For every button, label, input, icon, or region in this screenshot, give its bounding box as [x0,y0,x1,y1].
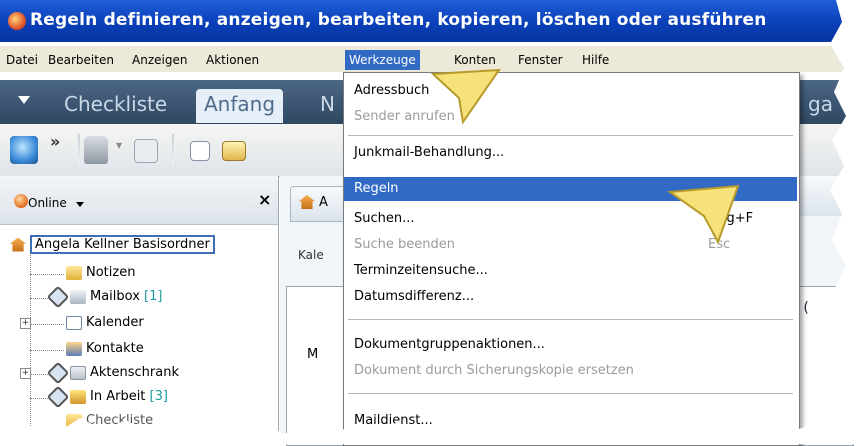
menu-separator [348,393,793,394]
tree-line [30,374,48,375]
menuitem-junkmail-behandlung[interactable]: Junkmail-Behandlung... [344,141,797,165]
content-tab-label: A [319,195,328,210]
menuitem-label: Suchen... [354,211,415,226]
tree-item-label: Aktenschrank [90,365,179,380]
menu-aktionen[interactable]: Aktionen [202,50,263,70]
menuitem-label: Dokumentgruppenaktionen... [354,337,545,352]
tab-anfang[interactable]: Anfang [196,89,284,123]
calendar-icon [66,315,82,330]
torn-edge-decoration [830,0,856,444]
chevron-down-icon[interactable] [76,202,84,207]
menuitem-label: Regeln [354,181,399,196]
werkzeuge-dropdown-menu: Adressbuch Sender anrufen Junkmail-Behan… [343,72,800,446]
menuitem-label: Suche beenden [354,237,455,252]
content-m-label: M [307,347,319,362]
tab-list-caret-icon[interactable] [18,96,30,104]
trash-can-icon[interactable] [84,136,108,164]
tree-item-kalender[interactable]: Kalender [66,312,144,334]
menuitem-terminzeitensuche[interactable]: Terminzeitensuche... [344,259,797,283]
toolbar-separator [78,134,80,166]
menuitem-sender-anrufen: Sender anrufen [344,105,797,129]
mail-icon[interactable] [222,141,246,161]
tree-item-aktenschrank[interactable]: Aktenschrank [46,361,179,384]
menu-werkzeuge[interactable]: Werkzeuge [345,50,420,70]
tree-line [30,324,64,325]
menuitem-adressbuch[interactable]: Adressbuch [344,79,797,103]
tree-line [30,274,64,275]
link-icon [46,285,70,308]
folder-icon [66,265,82,280]
toolbar-separator [172,134,174,166]
tab-partial-n[interactable]: N [312,89,343,123]
app-icon [8,12,26,30]
menu-anzeigen[interactable]: Anzeigen [128,50,191,70]
menu-bearbeiten[interactable]: Bearbeiten [44,50,118,70]
pointer-arrow-icon [667,184,740,245]
window-title: Regeln definieren, anzeigen, bearbeiten,… [30,10,767,30]
menuitem-datumsdifferenz[interactable]: Datumsdifferenz... [344,285,797,309]
unread-count: [1] [144,289,163,304]
globe-icon[interactable] [10,136,38,164]
tree-item-label: Notizen [86,265,136,280]
content-kale-label: Kale [298,248,324,262]
tab-checkliste[interactable]: Checkliste [56,89,175,123]
cabinet-icon [70,365,86,380]
chevron-down-icon[interactable]: ▾ [116,138,122,166]
home-icon [10,237,26,252]
tree-root[interactable]: Angela Kellner Basisordner [10,234,215,256]
menu-separator [348,319,793,320]
tree-item-notizen[interactable]: Notizen [66,262,135,284]
tree-root-label[interactable]: Angela Kellner Basisordner [30,235,215,254]
title-bar: Regeln definieren, anzeigen, bearbeiten,… [0,0,856,42]
contacts-icon [66,341,82,356]
tree-item-label: Kontakte [86,341,144,356]
tree-item-label: In Arbeit [90,389,146,404]
online-status[interactable]: Online [28,196,67,210]
tree-line [30,350,64,351]
menuitem-label: Adressbuch [354,83,430,98]
menuitem-label: Dokument durch Sicherungskopie ersetzen [354,363,634,378]
menuitem-label: Junkmail-Behandlung... [354,145,505,160]
expand-kalender-icon[interactable]: + [20,318,31,329]
menuitem-sicherungskopie: Dokument durch Sicherungskopie ersetzen [344,359,797,383]
link-icon [46,361,70,384]
item-count: [3] [149,389,168,404]
work-in-progress-icon [70,389,86,404]
torn-edge-decoration [0,418,856,444]
menuitem-label: Datumsdifferenz... [354,289,475,304]
tree-item-label: Mailbox [90,289,140,304]
chevron-more-icon[interactable]: » [50,132,60,160]
nav-header: Online × [0,176,278,225]
tree-line [30,398,48,399]
menuitem-label: Terminzeitensuche... [354,263,488,278]
user-online-icon [14,194,28,208]
pointer-arrow-icon [430,68,501,125]
menu-hilfe[interactable]: Hilfe [578,50,613,70]
tree-item-mailbox[interactable]: Mailbox [1] [46,285,163,308]
menu-fenster[interactable]: Fenster [514,50,567,70]
menu-datei[interactable]: Datei [2,50,42,70]
mailbox-icon [70,289,86,304]
tree-line [30,298,48,299]
calendar-icon[interactable] [190,141,210,161]
tree-item-label: Kalender [86,315,144,330]
tree-item-kontakte[interactable]: Kontakte [66,338,144,360]
menu-separator [348,135,793,136]
expand-aktenschrank-icon[interactable]: + [20,368,31,379]
menuitem-dokumentgruppenaktionen[interactable]: Dokumentgruppenaktionen... [344,333,797,357]
document-icon[interactable] [134,139,158,163]
close-icon[interactable]: × [258,190,271,209]
home-icon [299,195,315,209]
